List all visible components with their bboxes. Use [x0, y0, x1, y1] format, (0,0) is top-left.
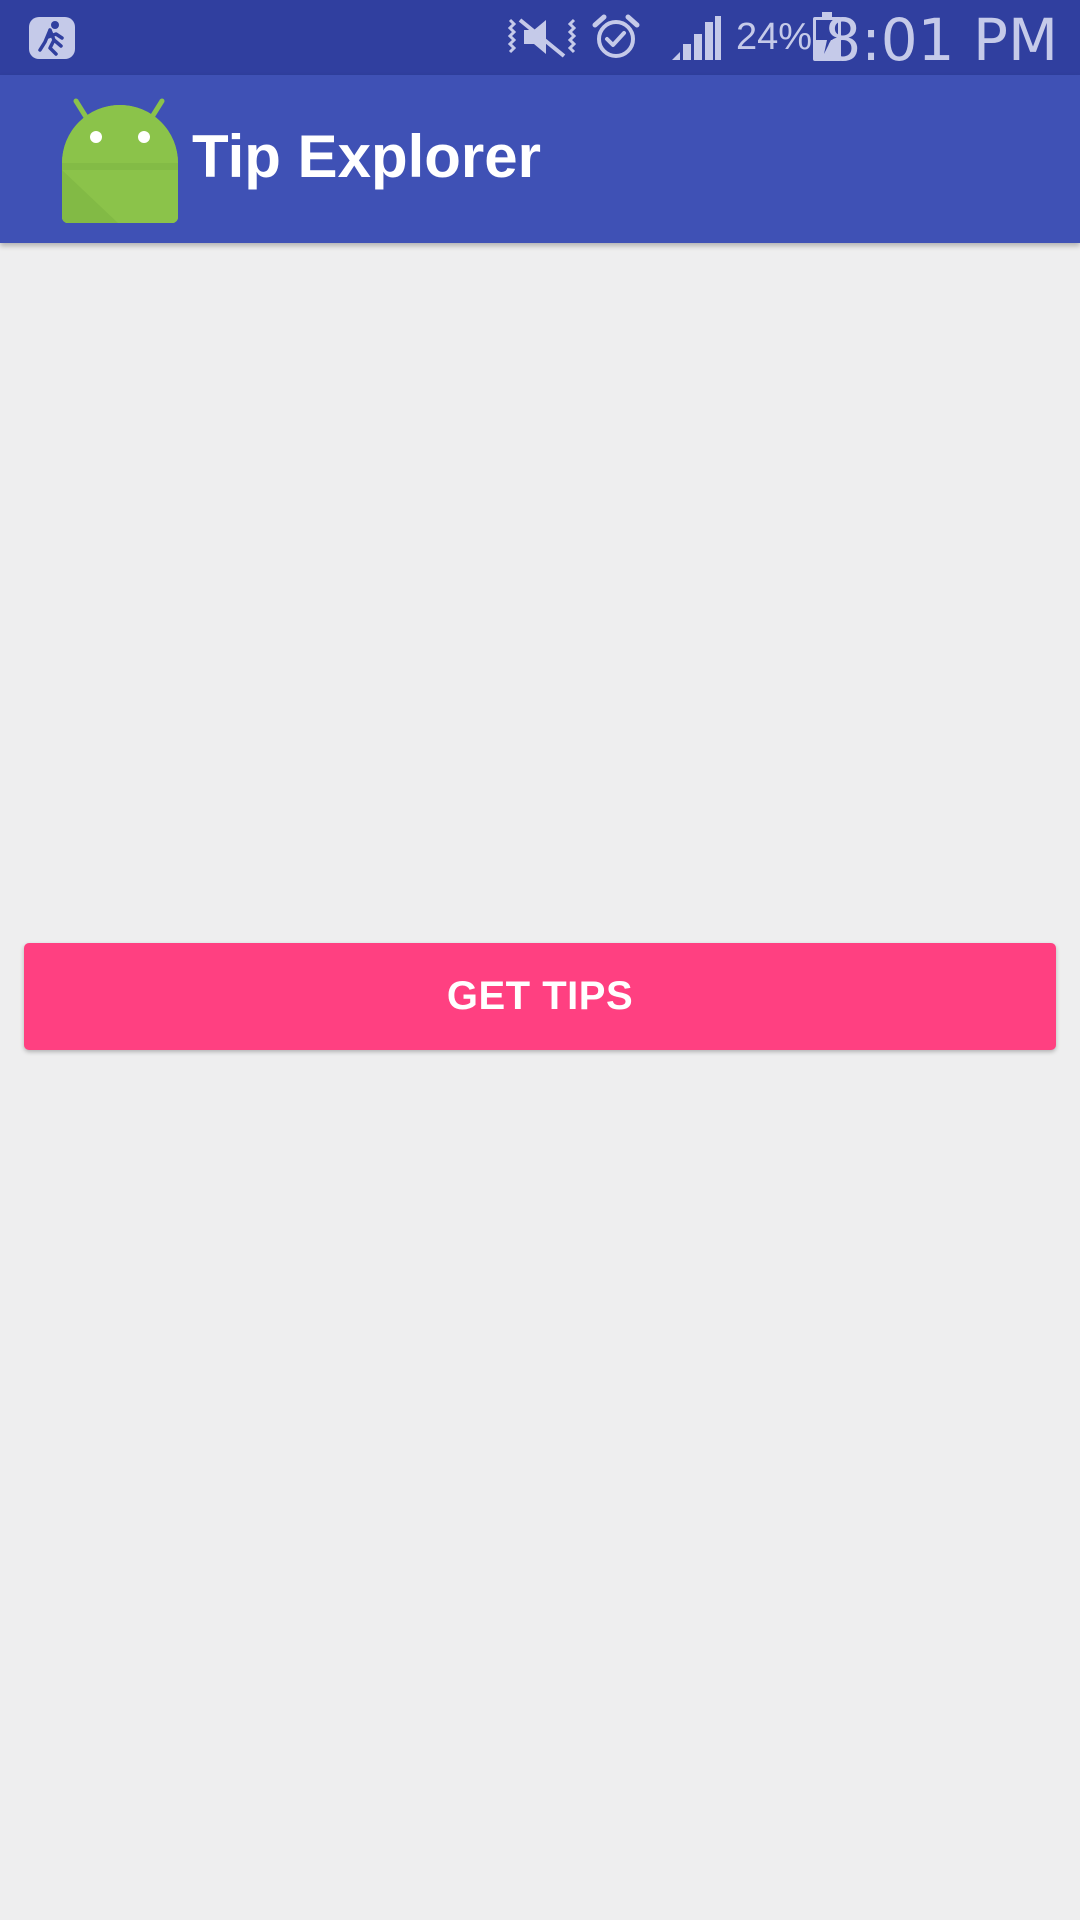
battery-percentage: 24%: [736, 16, 813, 58]
app-title: Tip Explorer: [192, 123, 541, 190]
status-bar: 24% 8:01 PM: [0, 0, 1080, 75]
alarm-icon: [592, 14, 640, 58]
vibrate-off-icon: [507, 18, 577, 58]
android-logo-icon: [62, 98, 178, 223]
app-bar: Tip Explorer: [0, 75, 1080, 243]
running-app-icon: [29, 17, 75, 59]
get-tips-button[interactable]: GET TIPS: [24, 943, 1056, 1050]
status-clock: 8:01 PM: [824, 6, 1058, 74]
signal-icon: [672, 16, 721, 60]
